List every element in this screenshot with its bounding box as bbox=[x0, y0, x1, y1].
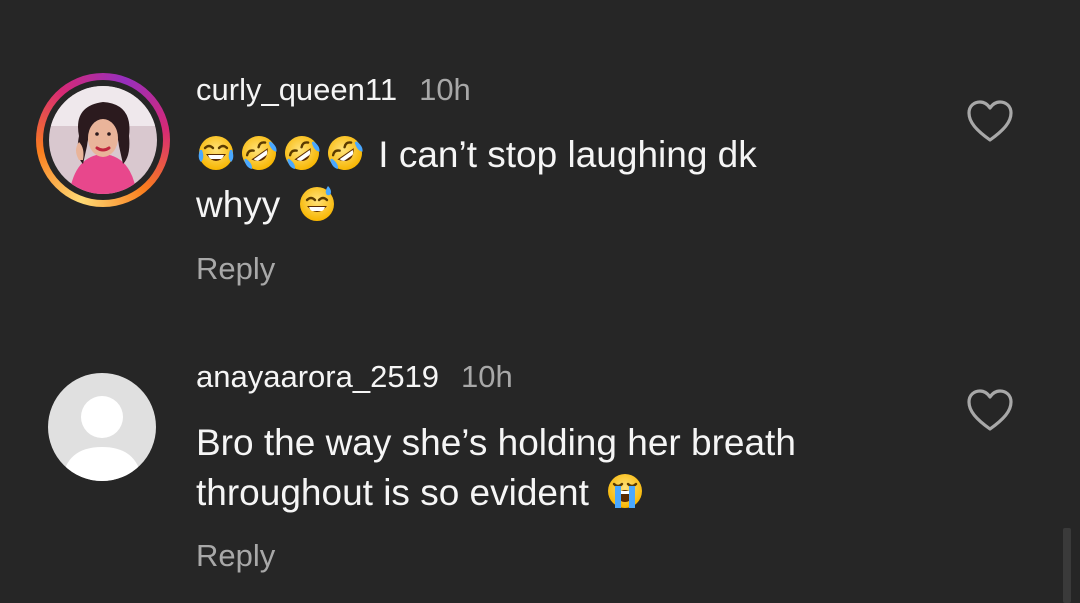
comment-text-line1: Bro the way she’s holding her breath bbox=[196, 422, 796, 463]
default-avatar[interactable] bbox=[48, 373, 156, 481]
comment-text-line1: I can’t stop laughing dk bbox=[378, 134, 757, 175]
comment-text-line2: whyy bbox=[196, 184, 281, 225]
avatar bbox=[49, 86, 157, 194]
rolling-on-floor-laughing-icon bbox=[282, 133, 322, 173]
comment-header: anayaarora_2519 10h bbox=[196, 359, 513, 395]
reply-button[interactable]: Reply bbox=[196, 251, 275, 287]
username[interactable]: anayaarora_2519 bbox=[196, 359, 439, 394]
like-button[interactable] bbox=[966, 100, 1014, 144]
grinning-face-with-sweat-icon bbox=[297, 183, 337, 223]
avatar-story-ring[interactable] bbox=[36, 73, 170, 207]
timestamp: 10h bbox=[461, 359, 513, 394]
heart-icon bbox=[967, 389, 1013, 431]
rolling-on-floor-laughing-icon bbox=[239, 133, 279, 173]
comment-text-line2: throughout is so evident bbox=[196, 472, 589, 513]
comment-text: Bro the way she’s holding her breath thr… bbox=[196, 418, 916, 518]
like-button[interactable] bbox=[966, 389, 1014, 433]
comment-text: I can’t stop laughing dk whyy bbox=[196, 130, 916, 230]
rolling-on-floor-laughing-icon bbox=[325, 133, 365, 173]
heart-icon bbox=[967, 100, 1013, 142]
scrollbar[interactable] bbox=[1063, 528, 1071, 603]
loudly-crying-face-icon bbox=[605, 471, 645, 511]
timestamp: 10h bbox=[419, 72, 471, 107]
user-silhouette-icon bbox=[62, 396, 142, 481]
reply-button[interactable]: Reply bbox=[196, 538, 275, 574]
comment-header: curly_queen11 10h bbox=[196, 72, 471, 108]
face-with-tears-of-joy-icon bbox=[196, 133, 236, 173]
username[interactable]: curly_queen11 bbox=[196, 72, 397, 107]
